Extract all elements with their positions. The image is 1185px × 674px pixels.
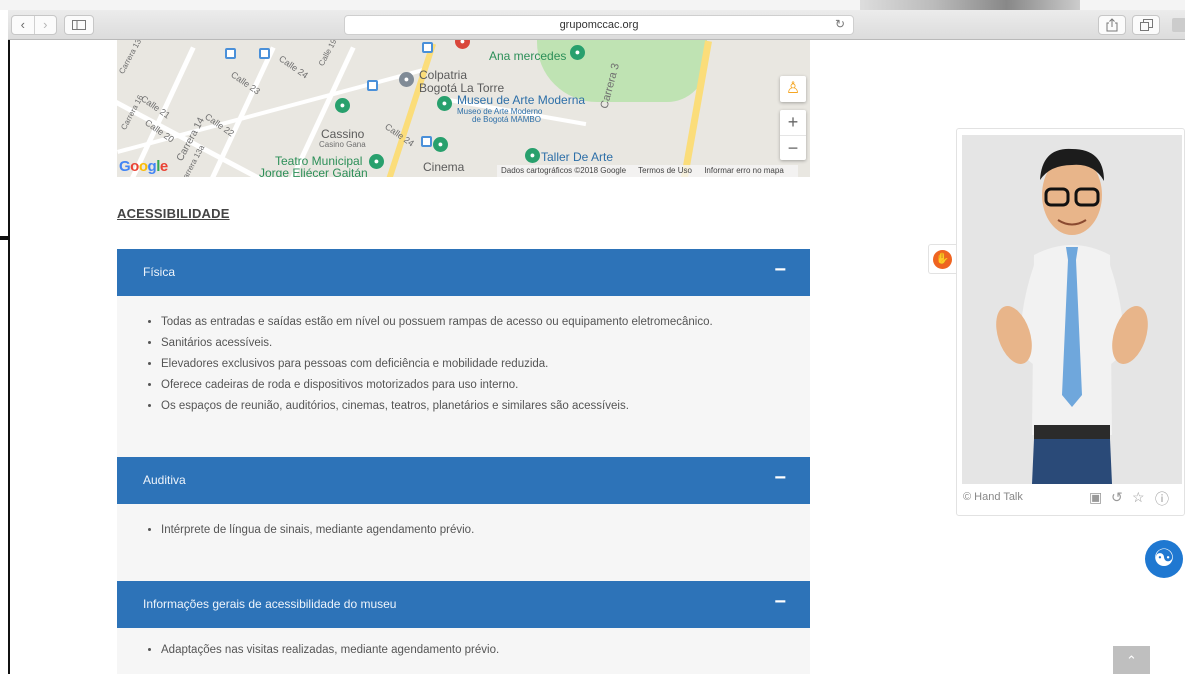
accordion-header-fisica[interactable]: Física −	[117, 249, 810, 296]
map-marker-icon: ●	[455, 40, 470, 49]
accessibility-list: Intérprete de língua de sinais, mediante…	[161, 520, 474, 541]
hand-talk-credit: © Hand Talk	[963, 491, 1023, 503]
map-label: Jorge Eliécer Gaitán	[259, 166, 368, 177]
street-label: Calle 19	[316, 40, 339, 68]
new-tab-button[interactable]	[1172, 18, 1185, 32]
share-button[interactable]	[1098, 15, 1126, 35]
museum-marker-icon: ●	[437, 96, 452, 111]
cinema-marker-icon: ●	[433, 137, 448, 152]
hand-talk-panel: © Hand Talk ▣ ↺ ☆ ⓘ	[956, 128, 1185, 516]
street-view-pegman-icon[interactable]: ♙	[780, 76, 806, 102]
theater-marker-icon: ●	[369, 154, 384, 169]
sidebar-icon	[72, 20, 86, 30]
accordion-body-informacoes-gerais: Adaptações nas visitas realizadas, media…	[117, 628, 810, 674]
map-label: de Bogotá MAMBO	[472, 115, 541, 124]
sign-language-avatar	[962, 135, 1182, 484]
museum-marker-icon: ●	[525, 148, 540, 163]
accordion-title: Auditiva	[143, 473, 186, 487]
screen: ‹ › grupomccac.org ↻ ● ● ● ● ● ● ● ● Ana…	[0, 0, 1185, 674]
accessibility-icon: ☯	[1153, 545, 1175, 572]
accordion-body-auditiva: Intérprete de língua de sinais, mediante…	[117, 504, 810, 581]
accordion-title: Física	[143, 265, 176, 279]
background-window-strip	[0, 0, 1185, 10]
info-icon[interactable]: ⓘ	[1155, 489, 1169, 509]
place-marker-icon: ●	[399, 72, 414, 87]
google-logo: Google	[119, 158, 168, 175]
map-terms-link[interactable]: Termos de Uso	[638, 166, 692, 175]
list-item: Adaptações nas visitas realizadas, media…	[161, 640, 499, 661]
accordion-header-informacoes-gerais[interactable]: Informações gerais de acessibilidade do …	[117, 581, 810, 628]
chevron-up-icon: ⌃	[1126, 653, 1137, 668]
hand-talk-toggle[interactable]: ✋	[928, 244, 958, 274]
star-icon[interactable]: ☆	[1132, 489, 1145, 506]
map-label: Cinema	[423, 160, 465, 174]
accordion-title: Informações gerais de acessibilidade do …	[143, 597, 397, 611]
collapse-icon[interactable]: −	[774, 591, 786, 614]
bus-stop-icon	[421, 136, 432, 147]
map-label: Casino Gana	[319, 140, 366, 149]
accordion-header-auditiva[interactable]: Auditiva −	[117, 457, 810, 504]
back-button[interactable]: ‹	[12, 16, 34, 34]
reload-icon[interactable]: ↻	[835, 17, 845, 31]
map-label: Colpatria	[419, 68, 468, 82]
bus-stop-icon	[259, 48, 270, 59]
list-item: Intérprete de língua de sinais, mediante…	[161, 520, 474, 541]
sidebar-toggle-button[interactable]	[64, 15, 94, 35]
accessibility-button[interactable]: ☯	[1145, 540, 1183, 578]
background-image-fragment	[860, 0, 1080, 10]
google-map[interactable]: ● ● ● ● ● ● ● ● Ana mercedes Colpatria B…	[117, 40, 810, 177]
url-text: grupomccac.org	[559, 19, 639, 31]
replay-icon[interactable]: ↺	[1111, 489, 1123, 506]
browser-toolbar: ‹ › grupomccac.org ↻	[8, 10, 1185, 40]
map-data-credit: Dados cartográficos ©2018 Google	[501, 166, 627, 175]
hand-icon: ✋	[933, 250, 952, 269]
map-label: Ana mercedes	[489, 49, 567, 63]
list-item: Todas as entradas e saídas estão em níve…	[161, 312, 713, 333]
zoom-in-button[interactable]: +	[780, 110, 806, 135]
tabs-icon	[1139, 19, 1153, 31]
bus-stop-icon	[367, 80, 378, 91]
map-main-road	[383, 42, 437, 177]
map-report-link[interactable]: Informar erro no mapa	[704, 166, 784, 175]
forward-button[interactable]: ›	[33, 16, 57, 34]
window-frame-notch	[0, 236, 10, 240]
history-nav: ‹ ›	[11, 15, 57, 35]
street-label: Calle 24	[277, 53, 310, 81]
list-item: Sanitários acessíveis.	[161, 333, 713, 354]
map-attribution: Dados cartográficos ©2018 Google Termos …	[497, 165, 798, 177]
list-item: Elevadores exclusivos para pessoas com d…	[161, 354, 713, 375]
list-item: Oferece cadeiras de roda e dispositivos …	[161, 375, 713, 396]
window-frame-edge	[8, 40, 10, 674]
share-icon	[1106, 18, 1118, 32]
map-label: Cassino	[321, 127, 365, 141]
map-label: Taller De Arte	[541, 150, 614, 164]
bus-stop-icon	[422, 42, 433, 53]
section-heading: ACESSIBILIDADE	[117, 206, 230, 221]
bus-stop-icon	[225, 48, 236, 59]
street-label: Carrera 13	[117, 40, 144, 76]
accessibility-list: Adaptações nas visitas realizadas, media…	[161, 640, 499, 661]
park-marker-icon: ●	[335, 98, 350, 113]
scroll-to-top-button[interactable]: ⌃	[1113, 646, 1150, 674]
collapse-icon[interactable]: −	[774, 259, 786, 282]
zoom-control: + −	[780, 110, 806, 160]
avatar-illustration	[996, 148, 1148, 484]
map-label: Museu de Arte Moderna	[457, 93, 586, 107]
tab-overview-button[interactable]	[1132, 15, 1160, 35]
subtitle-icon[interactable]: ▣	[1089, 489, 1102, 506]
museum-marker-icon: ●	[570, 45, 585, 60]
accessibility-list: Todas as entradas e saídas estão em níve…	[161, 312, 713, 417]
list-item: Os espaços de reunião, auditórios, cinem…	[161, 396, 713, 417]
zoom-out-button[interactable]: −	[780, 135, 806, 160]
accordion-body-fisica: Todas as entradas e saídas estão em níve…	[117, 296, 810, 457]
address-bar[interactable]: grupomccac.org ↻	[344, 15, 854, 35]
collapse-icon[interactable]: −	[774, 467, 786, 490]
